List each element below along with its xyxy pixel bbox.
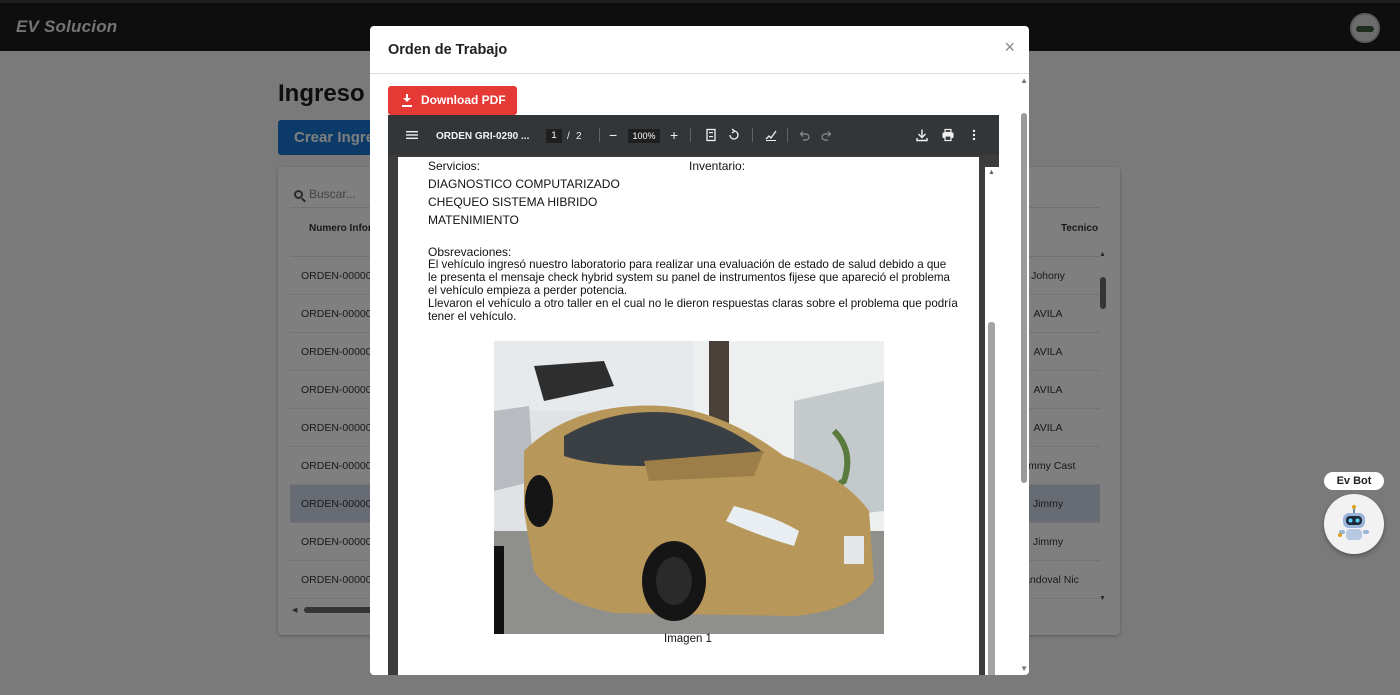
print-icon[interactable] (941, 128, 955, 142)
robot-icon (1338, 505, 1369, 540)
more-options-icon[interactable] (967, 128, 981, 142)
pdf-page: Servicios: Inventario: DIAGNOSTICO COMPU… (398, 157, 979, 675)
observaciones-text: El vehículo ingresó nuestro laboratorio … (428, 258, 958, 323)
pdf-toolbar: ORDEN GRI-0290 ... 1 / 2 − 100% + (388, 115, 999, 155)
image-caption: Imagen 1 (664, 633, 712, 645)
rotate-icon[interactable] (727, 128, 741, 142)
divider (752, 128, 753, 142)
download-pdf-button[interactable]: Download PDF (388, 86, 517, 115)
pdf-scroll-up-icon[interactable]: ▲ (988, 169, 995, 176)
zoom-level-input[interactable]: 100% (628, 129, 660, 143)
servicios-label: Servicios: (428, 159, 481, 173)
annotate-icon[interactable] (764, 128, 778, 142)
page-separator: / (567, 131, 570, 142)
fit-page-icon[interactable] (704, 128, 718, 142)
chatbot-button[interactable] (1324, 494, 1384, 554)
servicio-item: DIAGNOSTICO COMPUTARIZADO (428, 177, 620, 191)
chatbot-label: Ev Bot (1324, 472, 1384, 490)
modal-scroll-down-icon[interactable]: ▼ (1020, 664, 1028, 673)
divider (370, 73, 1029, 74)
zoom-out-button[interactable]: − (609, 127, 617, 143)
work-order-modal: Orden de Trabajo × ▲ ▼ Download PDF ORDE… (370, 26, 1029, 675)
download-icon (402, 94, 412, 105)
download-icon[interactable] (915, 128, 929, 142)
servicio-item: CHEQUEO SISTEMA HIBRIDO (428, 195, 598, 209)
pdf-viewer: ORDEN GRI-0290 ... 1 / 2 − 100% + Servic… (388, 115, 999, 675)
inventario-label: Inventario: (689, 159, 746, 173)
pdf-scrollbar[interactable]: ▲ (985, 167, 999, 675)
vehicle-photo (494, 341, 884, 634)
pdf-file-name: ORDEN GRI-0290 ... (436, 131, 530, 142)
modal-scrollbar[interactable] (1021, 113, 1027, 483)
divider (787, 128, 788, 142)
pdf-scroll-thumb[interactable] (988, 322, 995, 675)
total-pages: 2 (576, 131, 582, 142)
download-pdf-label: Download PDF (421, 93, 506, 107)
servicio-item: MATENIMIENTO (428, 213, 519, 227)
modal-title: Orden de Trabajo (388, 42, 508, 58)
observaciones-label: Obsrevaciones: (428, 245, 512, 259)
menu-icon[interactable] (405, 128, 419, 142)
undo-icon[interactable] (797, 128, 811, 142)
divider (690, 128, 691, 142)
page-number-input[interactable]: 1 (546, 129, 562, 143)
redo-icon[interactable] (820, 128, 834, 142)
divider (599, 128, 600, 142)
modal-scroll-up-icon[interactable]: ▲ (1020, 76, 1028, 85)
zoom-in-button[interactable]: + (670, 127, 678, 143)
close-icon[interactable]: × (1004, 38, 1015, 56)
